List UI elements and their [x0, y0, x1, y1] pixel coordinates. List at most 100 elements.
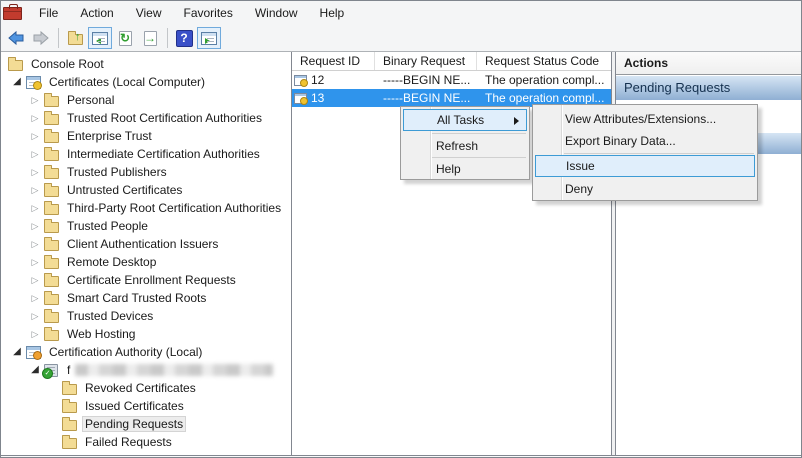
expander-collapsed-icon[interactable]: ▷ — [27, 235, 43, 253]
tree-item-client-auth-issuers[interactable]: ▷ Client Authentication Issuers — [1, 235, 291, 253]
expander-expanded-icon[interactable]: ◢ — [9, 343, 25, 361]
context-menu-item-refresh[interactable]: Refresh — [403, 135, 527, 157]
tree-item-pending-requests[interactable]: Pending Requests — [1, 415, 291, 433]
submenu-item-view-attributes[interactable]: View Attributes/Extensions... — [535, 108, 755, 130]
export-list-button[interactable]: → — [138, 27, 162, 49]
expander-collapsed-icon[interactable]: ▷ — [27, 181, 43, 199]
expander-expanded-icon[interactable]: ◢ — [27, 361, 43, 379]
menu-view[interactable]: View — [125, 2, 173, 24]
expander-collapsed-icon[interactable]: ▷ — [27, 91, 43, 109]
forward-arrow-icon — [32, 30, 50, 46]
expander-expanded-icon[interactable]: ◢ — [9, 73, 25, 91]
expander-collapsed-icon[interactable]: ▷ — [27, 109, 43, 127]
expander-collapsed-icon[interactable]: ▷ — [27, 289, 43, 307]
tree-item-trusted-devices[interactable]: ▷ Trusted Devices — [1, 307, 291, 325]
tree-item-revoked-certificates[interactable]: Revoked Certificates — [1, 379, 291, 397]
expander-collapsed-icon[interactable]: ▷ — [27, 307, 43, 325]
tree-item-console-root[interactable]: Console Root — [1, 55, 291, 73]
folder-icon — [43, 93, 59, 107]
submenu-item-issue[interactable]: Issue — [535, 155, 755, 177]
up-one-level-icon: ↑ — [68, 34, 83, 45]
tree-item-ca-server[interactable]: ◢ f — [1, 361, 291, 379]
certification-authority-snapin-icon — [25, 346, 41, 359]
certificates-snapin-icon — [25, 76, 41, 89]
tree-item-remote-desktop[interactable]: ▷ Remote Desktop — [1, 253, 291, 271]
folder-icon — [43, 309, 59, 323]
tree-item-personal[interactable]: ▷ Personal — [1, 91, 291, 109]
tree-item-certificates[interactable]: ◢ Certificates (Local Computer) — [1, 73, 291, 91]
column-header-binary-request[interactable]: Binary Request — [375, 52, 477, 70]
tree-item-failed-requests[interactable]: Failed Requests — [1, 433, 291, 451]
folder-icon — [43, 219, 59, 233]
menu-window[interactable]: Window — [244, 2, 309, 24]
folder-icon — [61, 381, 77, 395]
column-header-request-status-code[interactable]: Request Status Code — [477, 52, 611, 70]
menu-favorites[interactable]: Favorites — [173, 2, 244, 24]
column-header-request-id[interactable]: Request ID — [292, 52, 375, 70]
expander-collapsed-icon[interactable]: ▷ — [27, 163, 43, 181]
submenu-item-export-binary-data[interactable]: Export Binary Data... — [535, 130, 755, 152]
context-menu-item-help[interactable]: Help — [403, 158, 527, 180]
menu-bar: File Action View Favorites Window Help — [1, 1, 801, 25]
folder-icon — [43, 129, 59, 143]
folder-icon — [43, 237, 59, 251]
tree-item-third-party-root-cas[interactable]: ▷ Third-Party Root Certification Authori… — [1, 199, 291, 217]
expander-collapsed-icon[interactable]: ▷ — [27, 127, 43, 145]
tree-item-issued-certificates[interactable]: Issued Certificates — [1, 397, 291, 415]
refresh-button[interactable]: ↻ — [113, 27, 137, 49]
toolbar: ↑ ↻ → ? — [1, 25, 801, 52]
show-console-tree-button[interactable] — [88, 27, 112, 49]
list-header: Request ID Binary Request Request Status… — [292, 52, 611, 71]
folder-icon — [61, 435, 77, 449]
console-tree-pane: Console Root ◢ Certificates (Local Compu… — [1, 52, 292, 455]
context-menu-item-all-tasks[interactable]: All Tasks — [403, 109, 527, 131]
pending-request-icon — [294, 93, 307, 104]
expander-collapsed-icon[interactable]: ▷ — [27, 271, 43, 289]
tree-item-intermediate-cas[interactable]: ▷ Intermediate Certification Authorities — [1, 145, 291, 163]
folder-icon — [43, 111, 59, 125]
show-action-pane-button[interactable] — [197, 27, 221, 49]
expander-collapsed-icon[interactable]: ▷ — [27, 325, 43, 343]
actions-section-pending-requests[interactable]: Pending Requests — [616, 76, 801, 100]
up-one-level-button[interactable]: ↑ — [63, 27, 87, 49]
tree-item-cert-enrollment-requests[interactable]: ▷ Certificate Enrollment Requests — [1, 271, 291, 289]
refresh-icon: ↻ — [119, 31, 132, 46]
actions-pane-title: Actions — [616, 52, 801, 75]
submenu-arrow-icon — [514, 117, 519, 125]
tree-item-certification-authority[interactable]: ◢ Certification Authority (Local) — [1, 343, 291, 361]
back-arrow-icon — [7, 30, 25, 46]
help-button[interactable]: ? — [172, 27, 196, 49]
redacted-ca-name — [75, 364, 273, 376]
menu-file[interactable]: File — [28, 2, 69, 24]
folder-icon — [43, 201, 59, 215]
menu-help[interactable]: Help — [309, 2, 356, 24]
tree-item-trusted-root-cas[interactable]: ▷ Trusted Root Certification Authorities — [1, 109, 291, 127]
expander-collapsed-icon[interactable]: ▷ — [27, 199, 43, 217]
folder-icon — [7, 57, 23, 71]
submenu-item-deny[interactable]: Deny — [535, 178, 755, 200]
request-row-12[interactable]: 12 -----BEGIN NE... The operation compl.… — [292, 71, 611, 89]
forward-button[interactable] — [29, 27, 53, 49]
mmc-window: File Action View Favorites Window Help ↑ — [0, 0, 802, 458]
folder-icon — [43, 183, 59, 197]
folder-icon — [43, 147, 59, 161]
tree-item-enterprise-trust[interactable]: ▷ Enterprise Trust — [1, 127, 291, 145]
mmc-toolbox-icon — [3, 7, 22, 20]
expander-collapsed-icon[interactable]: ▷ — [27, 217, 43, 235]
expander-collapsed-icon[interactable]: ▷ — [27, 253, 43, 271]
folder-icon — [61, 399, 77, 413]
tree-item-trusted-people[interactable]: ▷ Trusted People — [1, 217, 291, 235]
folder-icon — [43, 273, 59, 287]
tree-item-untrusted-certificates[interactable]: ▷ Untrusted Certificates — [1, 181, 291, 199]
menu-separator — [564, 153, 754, 154]
tree-item-web-hosting[interactable]: ▷ Web Hosting — [1, 325, 291, 343]
tree-item-trusted-publishers[interactable]: ▷ Trusted Publishers — [1, 163, 291, 181]
tree-item-smart-card-trusted-roots[interactable]: ▷ Smart Card Trusted Roots — [1, 289, 291, 307]
expander-collapsed-icon[interactable]: ▷ — [27, 145, 43, 163]
folder-icon — [43, 291, 59, 305]
ca-server-icon — [43, 364, 59, 377]
menu-action[interactable]: Action — [69, 2, 124, 24]
export-list-icon: → — [144, 31, 157, 46]
back-button[interactable] — [4, 27, 28, 49]
pending-request-icon — [294, 75, 307, 86]
